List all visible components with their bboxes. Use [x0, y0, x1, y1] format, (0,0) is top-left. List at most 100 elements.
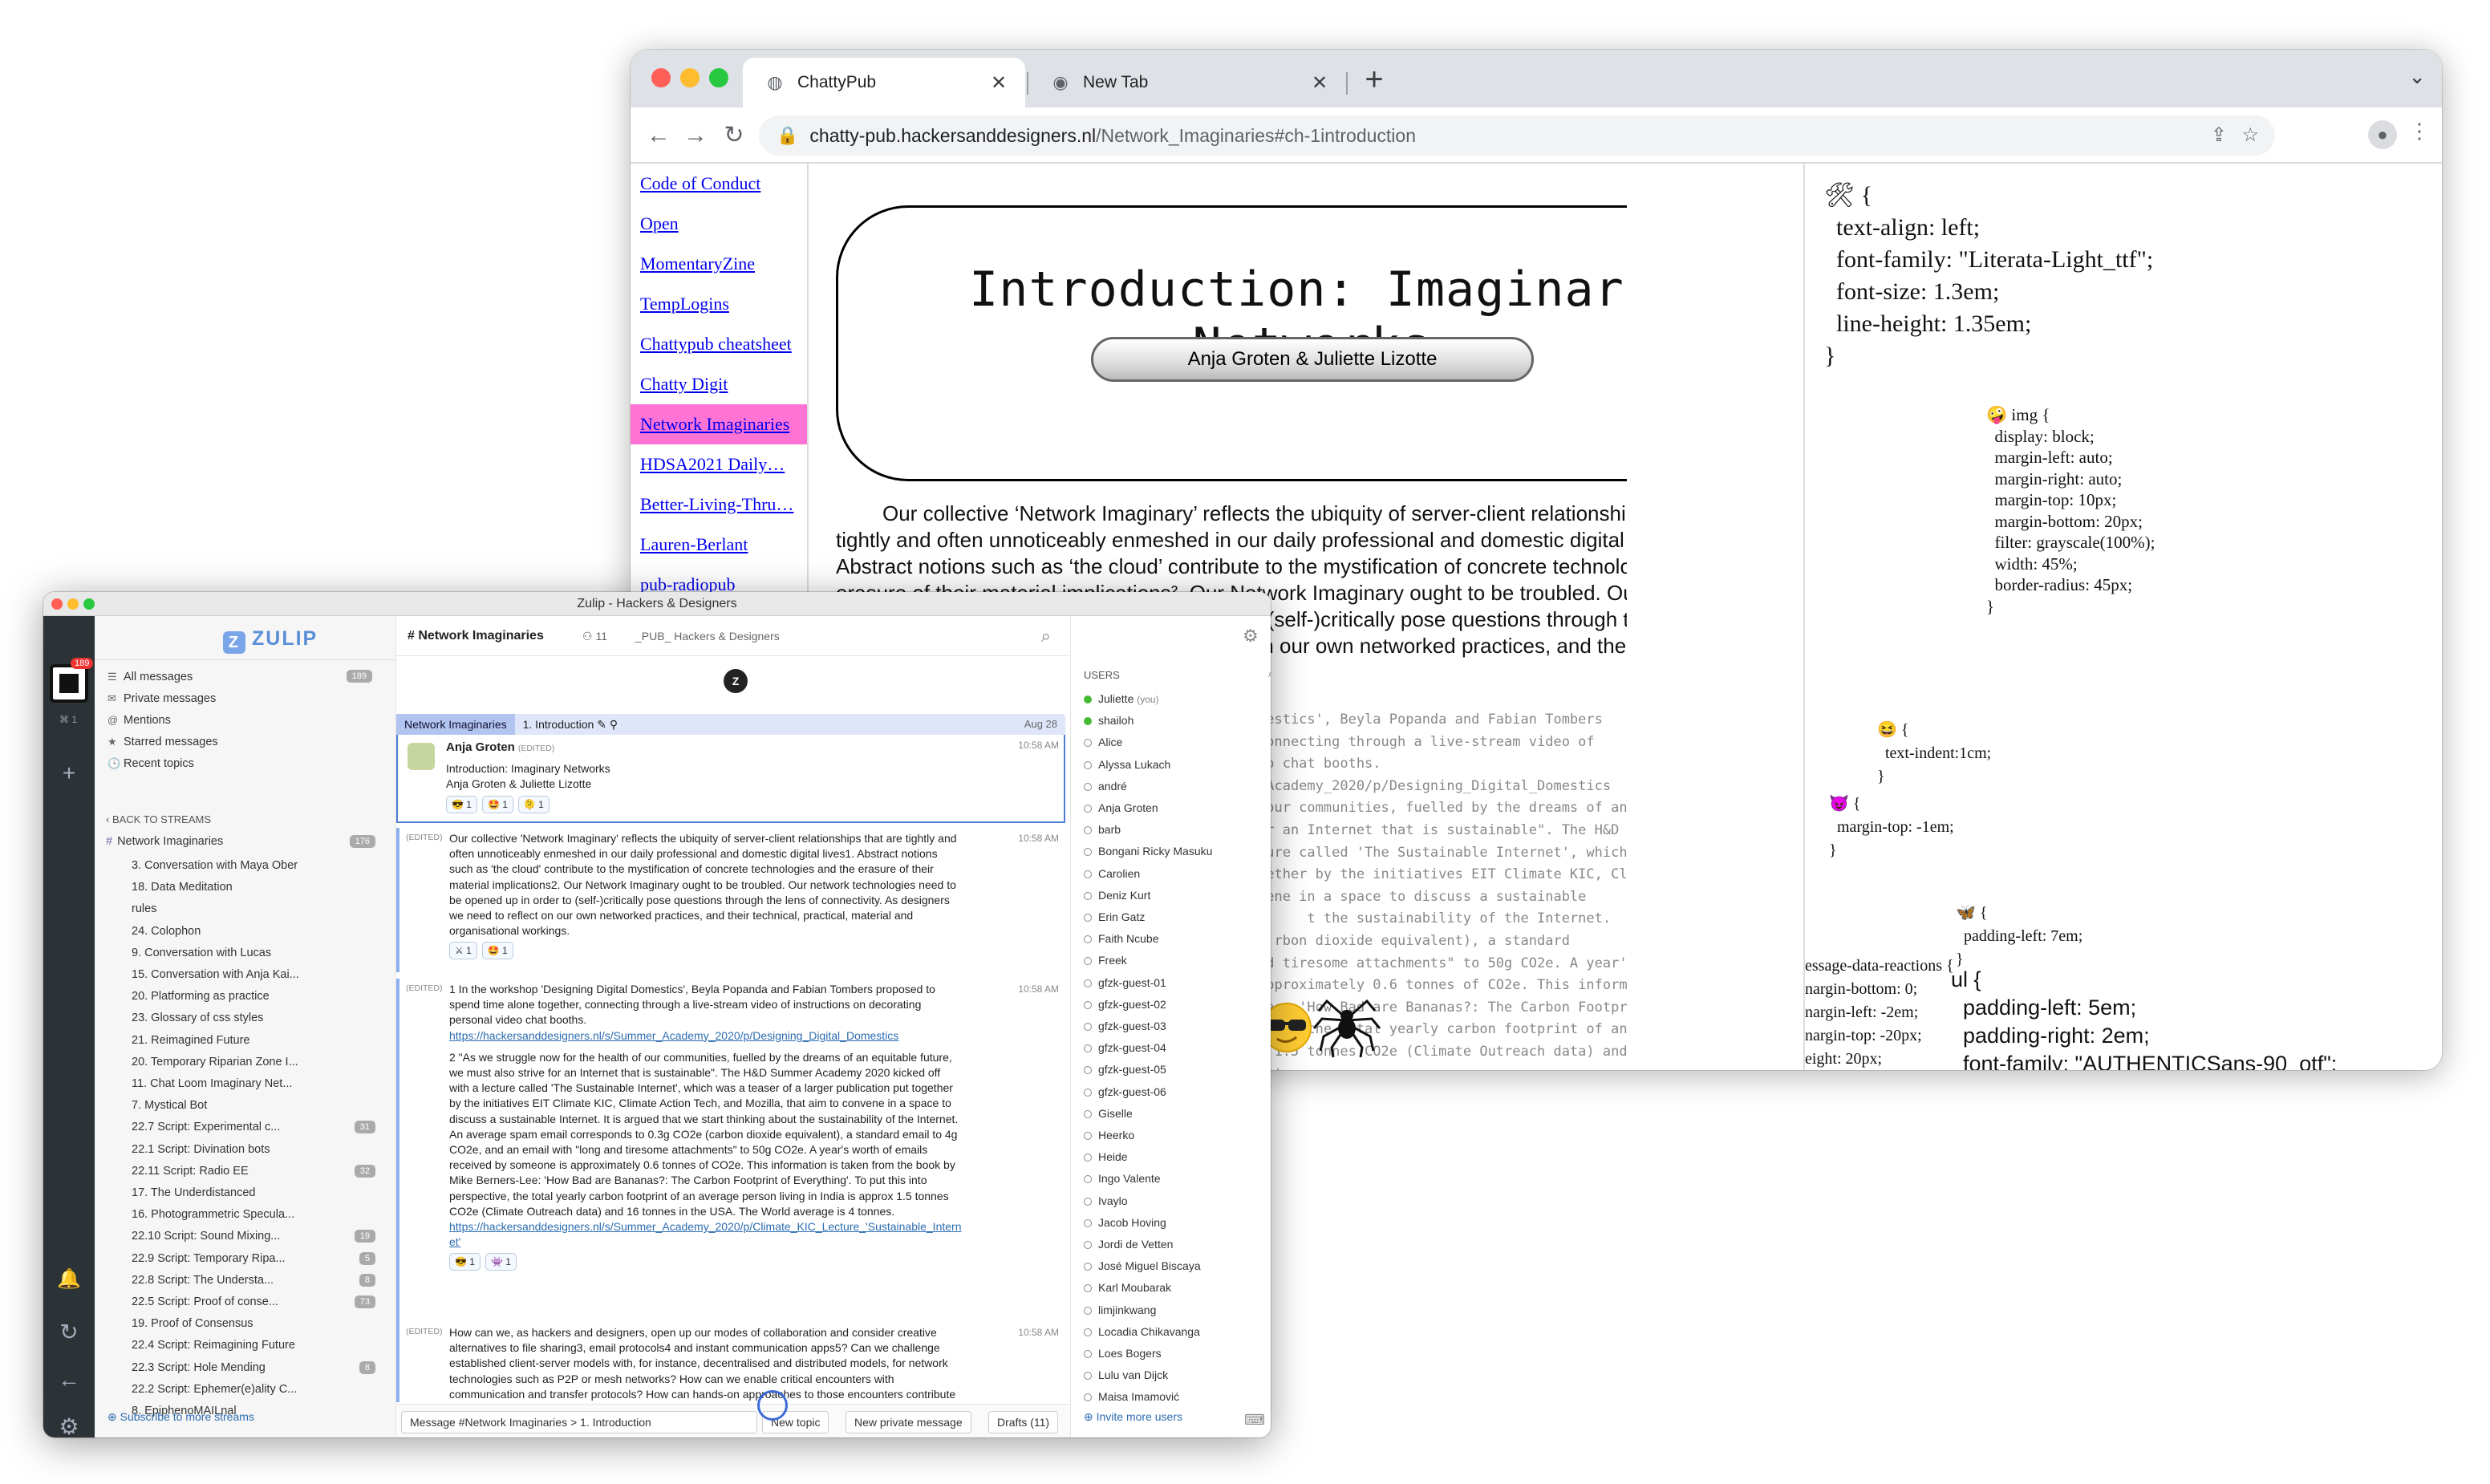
chapter-link[interactable]: Chatty Digit	[631, 364, 807, 404]
compose-message-box[interactable]: Message #Network Imaginaries > 1. Introd…	[401, 1411, 757, 1433]
topic-item[interactable]: 7. Mystical Bot	[132, 1095, 383, 1117]
user-item[interactable]: Anja Groten	[1084, 797, 1158, 819]
reaction[interactable]: 😎 1	[446, 795, 477, 813]
new-tab-button[interactable]: +	[1354, 61, 1394, 101]
reload-icon[interactable]: ↻	[716, 117, 752, 154]
nav-recent-topics[interactable]: 🕓 Recent topics	[107, 752, 380, 774]
user-item[interactable]: Alice	[1084, 732, 1122, 753]
header-stream-name[interactable]: # Network Imaginaries	[408, 616, 544, 656]
topic-item[interactable]: 22.4 Script: Reimagining Future	[132, 1335, 383, 1356]
chapter-link-active[interactable]: Network Imaginaries	[631, 404, 807, 444]
reaction[interactable]: 🤩 1	[481, 795, 513, 813]
user-item[interactable]: Jacob Hoving	[1084, 1212, 1166, 1234]
topic-item[interactable]: 16. Photogrammetric Specula...	[132, 1204, 383, 1226]
message[interactable]: (EDITED) 10:58 AM 1 In the workshop 'Des…	[396, 979, 1065, 1348]
user-item[interactable]: gfzk-guest-06	[1084, 1081, 1166, 1103]
topic-item[interactable]: 21. Reimagined Future	[132, 1030, 383, 1052]
chapter-link[interactable]: MomentaryZine	[631, 244, 807, 284]
topic-item[interactable]: 15. Conversation with Anja Kai...	[132, 964, 383, 986]
tab-new-tab[interactable]: ◉ New Tab ✕	[1028, 58, 1346, 107]
nav-starred[interactable]: ★ Starred messages	[107, 731, 380, 752]
profile-avatar-icon[interactable]: ●	[2368, 120, 2397, 149]
user-item[interactable]: Giselle	[1084, 1103, 1133, 1125]
user-item[interactable]: gfzk-guest-03	[1084, 1016, 1166, 1037]
topic-item[interactable]: rules	[132, 898, 383, 920]
organization-icon[interactable]	[50, 664, 88, 703]
recipient-topic[interactable]: 1. Introduction ✎ ⚲	[515, 714, 618, 735]
reaction[interactable]: 🤩 1	[481, 942, 513, 960]
user-item[interactable]: shailoh	[1084, 710, 1133, 732]
tab-close-icon[interactable]: ✕	[1308, 71, 1332, 95]
close-window-icon[interactable]	[51, 598, 63, 610]
maximize-window-icon[interactable]	[709, 68, 728, 87]
topic-item[interactable]: 24. Colophon	[132, 921, 383, 943]
topic-item[interactable]: 22.8 Script: The Understa... 8	[132, 1270, 383, 1291]
subscriber-count[interactable]: ⚇ 11	[582, 616, 607, 656]
chapter-link[interactable]: HDSA2021 Daily…	[631, 444, 807, 485]
add-organization-icon[interactable]: +	[56, 760, 82, 786]
drafts-button[interactable]: Drafts (11)	[988, 1411, 1059, 1433]
user-item[interactable]: Lulu van Dijck	[1084, 1364, 1168, 1386]
back-arrow-icon[interactable]: ←	[56, 1367, 82, 1393]
maximize-window-icon[interactable]	[83, 598, 95, 610]
message[interactable]: (EDITED) 10:58 AM How can we, as hackers…	[396, 1322, 1065, 1402]
reaction[interactable]: 🫠 1	[517, 795, 550, 813]
address-bar[interactable]: 🔒 chatty-pub.hackersanddesigners.nl/Netw…	[759, 116, 2275, 156]
message-link[interactable]: https://hackersanddesigners.nl/s/Summer_…	[449, 1220, 961, 1248]
sender-name[interactable]: Anja Groten (EDITED)	[446, 740, 959, 756]
share-icon[interactable]: ⇪	[2211, 124, 2227, 147]
user-item[interactable]: Alyssa Lukach	[1084, 754, 1170, 776]
topic-item[interactable]: 23. Glossary of css styles	[132, 1008, 383, 1029]
topic-item[interactable]: 22.2 Script: Ephemer(e)ality C...	[132, 1379, 383, 1401]
topic-item[interactable]: 22.9 Script: Temporary Ripa... 5	[132, 1248, 383, 1270]
nav-all-messages[interactable]: ☰ All messages 189	[107, 666, 380, 687]
message[interactable]: (EDITED) 10:58 AM Our collective 'Networ…	[396, 828, 1065, 972]
topic-item[interactable]: 22.1 Script: Divination bots	[132, 1139, 383, 1161]
user-item[interactable]: Heerko	[1084, 1125, 1134, 1146]
close-window-icon[interactable]	[651, 68, 671, 87]
tab-search-icon[interactable]: ⌄	[2408, 64, 2426, 89]
user-item[interactable]: José Miguel Biscaya	[1084, 1255, 1201, 1277]
user-item[interactable]: Locadia Chikavanga	[1084, 1321, 1200, 1343]
search-icon[interactable]: ⌕	[1268, 667, 1271, 680]
avatar[interactable]	[408, 743, 435, 770]
user-item[interactable]: Carolien	[1084, 863, 1140, 885]
user-item[interactable]: Erin Gatz	[1084, 906, 1145, 928]
user-item[interactable]: Heide	[1084, 1146, 1128, 1168]
bell-icon[interactable]: 🔔	[56, 1267, 82, 1291]
tab-close-icon[interactable]: ✕	[987, 71, 1011, 95]
reload-icon[interactable]: ↻	[56, 1319, 82, 1345]
stream-item[interactable]: # Network Imaginaries 176	[106, 831, 383, 852]
topic-item[interactable]: 11. Chat Loom Imaginary Net...	[132, 1073, 383, 1095]
minimize-window-icon[interactable]	[67, 598, 79, 610]
user-item[interactable]: Faith Ncube	[1084, 928, 1158, 950]
user-item[interactable]: Maisa Imamović	[1084, 1386, 1179, 1408]
message[interactable]: 10:58 AM Anja Groten (EDITED) Introductio…	[396, 735, 1065, 823]
chrome-menu-icon[interactable]: ⋮	[2403, 119, 2435, 144]
chapter-link[interactable]: Open	[631, 204, 807, 244]
user-item[interactable]: Karl Moubarak	[1084, 1277, 1171, 1299]
user-item[interactable]: Ingo Valente	[1084, 1168, 1161, 1190]
user-item[interactable]: Bongani Ricky Masuku	[1084, 841, 1212, 862]
reaction[interactable]: 👾 1	[485, 1253, 517, 1271]
topic-item[interactable]: 20. Platforming as practice	[132, 986, 383, 1008]
chapter-link[interactable]: Better-Living-Thru…	[631, 485, 807, 525]
topic-item[interactable]: 19. Proof of Consensus	[132, 1313, 383, 1335]
user-item[interactable]: Freek	[1084, 950, 1127, 971]
chapter-link[interactable]: TempLogins	[631, 284, 807, 324]
reaction[interactable]: 😎 1	[449, 1253, 481, 1271]
user-item[interactable]: Deniz Kurt	[1084, 885, 1150, 906]
lock-icon[interactable]: 🔒	[777, 125, 798, 146]
gear-icon[interactable]: ⚙	[1243, 626, 1259, 647]
nav-private-messages[interactable]: ✉ Private messages	[107, 687, 380, 709]
topic-item[interactable]: 17. The Underdistanced	[132, 1182, 383, 1204]
topic-item[interactable]: 9. Conversation with Lucas	[132, 943, 383, 964]
subscribe-more-streams-link[interactable]: ⊕ Subscribe to more streams	[107, 1410, 254, 1424]
new-private-message-button[interactable]: New private message	[846, 1411, 971, 1433]
forward-icon[interactable]: →	[677, 117, 714, 154]
tab-chattypub[interactable]: ◍ ChattyPub ✕	[743, 58, 1025, 107]
user-item[interactable]: gfzk-guest-01	[1084, 972, 1166, 994]
chapter-link[interactable]: Chattypub cheatsheet	[631, 324, 807, 364]
user-item[interactable]: Jordi de Vetten	[1084, 1234, 1173, 1255]
search-icon[interactable]: ⌕	[1041, 616, 1051, 656]
